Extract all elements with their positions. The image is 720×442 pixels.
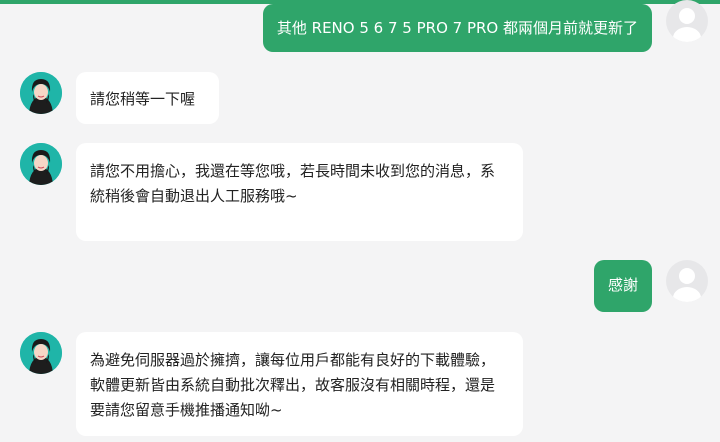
agent-avatar-icon[interactable]: [20, 332, 62, 374]
user-message-bubble: 其他 RENO 5 6 7 5 PRO 7 PRO 都兩個月前就更新了: [262, 4, 652, 52]
agent-avatar-icon[interactable]: [20, 143, 62, 185]
user-default-avatar-icon[interactable]: [666, 0, 708, 42]
chat-conversation: 其他 RENO 5 6 7 5 PRO 7 PRO 都兩個月前就更新了 請您稍等…: [0, 0, 720, 442]
agent-message-bubble: 請您稍等一下喔: [76, 72, 219, 124]
user-message-bubble: 感謝: [593, 260, 652, 312]
user-default-avatar-icon[interactable]: [666, 260, 708, 302]
agent-message-bubble: 請您不用擔心，我還在等您哦，若長時間未收到您的消息，系統稍後會自動退出人工服務哦…: [76, 143, 523, 241]
agent-avatar-icon[interactable]: [20, 72, 62, 114]
agent-message-bubble: 為避免伺服器過於擁擠，讓每位用戶都能有良好的下載體驗，軟體更新皆由系統自動批次釋…: [76, 332, 523, 436]
